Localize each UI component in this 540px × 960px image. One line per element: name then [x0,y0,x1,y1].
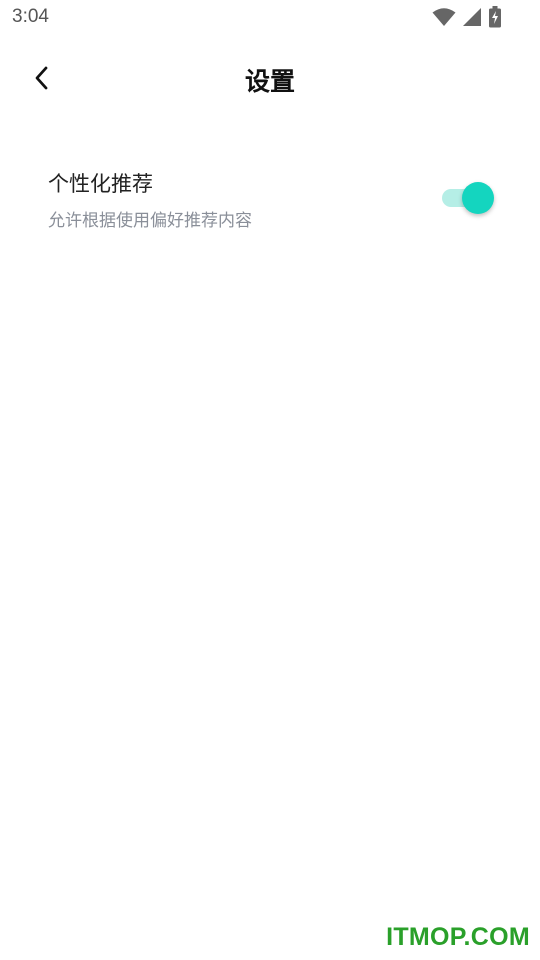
wifi-icon [432,7,456,27]
setting-title: 个性化推荐 [48,172,153,196]
app-header: 设置 [0,50,540,108]
status-bar: 3:04 [0,0,540,36]
setting-row-personalized-recommendation: 个性化推荐 允许根据使用偏好推荐内容 [0,160,540,240]
cell-signal-icon [462,7,482,27]
page-title: 设置 [244,67,295,96]
toggle-thumb [462,182,494,214]
watermark-logo: ITMOP.COM [386,923,530,951]
personalized-recommendation-toggle[interactable] [442,182,494,214]
status-time: 3:04 [12,6,49,27]
status-icons [432,6,502,28]
setting-description: 允许根据使用偏好推荐内容 [48,211,252,231]
battery-charging-icon [488,6,502,28]
